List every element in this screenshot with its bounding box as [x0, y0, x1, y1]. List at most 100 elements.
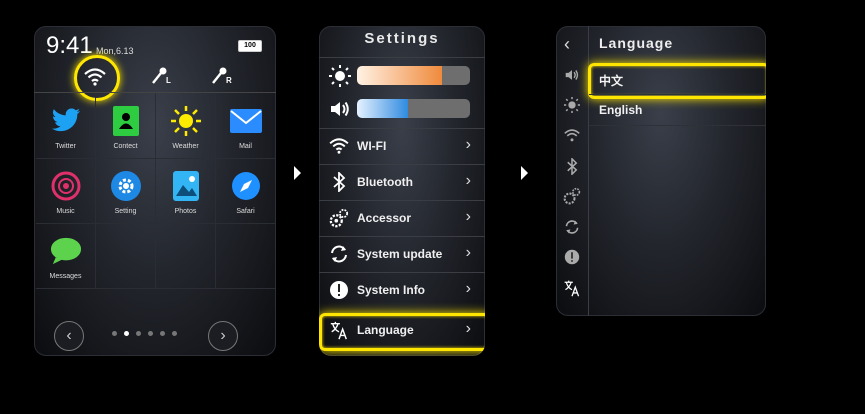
chevron-right-icon: › — [465, 244, 471, 261]
language-screen: ‹ Language 中文 English — [556, 26, 766, 316]
volume-track[interactable] — [357, 99, 470, 118]
brightness-fill — [357, 66, 442, 85]
refresh-icon[interactable] — [563, 218, 581, 236]
volume-fill — [357, 99, 408, 118]
page-dot[interactable] — [172, 331, 177, 336]
page-dot-active[interactable] — [124, 331, 129, 336]
brightness-slider[interactable] — [327, 65, 477, 87]
compass-icon — [230, 170, 262, 202]
menu-item-label: System update — [357, 247, 443, 261]
flow-arrow-icon — [294, 166, 301, 180]
chat-icon — [50, 235, 82, 267]
page-dot[interactable] — [160, 331, 165, 336]
battery-indicator: 100 — [238, 40, 262, 52]
language-option-chinese[interactable]: 中文 — [589, 64, 766, 95]
app-safari[interactable]: Safari — [216, 158, 275, 224]
gear-icon — [110, 170, 142, 202]
page-dot[interactable] — [112, 331, 117, 336]
wifi-icon[interactable] — [563, 126, 581, 144]
earbud-right-label: R — [226, 76, 232, 85]
language-option-label: 中文 — [599, 74, 624, 88]
app-photos[interactable]: Photos — [156, 158, 216, 224]
menu-item-label: Language — [357, 323, 414, 337]
home-screen: 9:41 Mon,6.13 100 L R Twitter Contect We… — [34, 26, 276, 356]
page-title: Settings — [364, 30, 440, 47]
app-music[interactable]: Music — [36, 158, 96, 224]
bluetooth-icon — [329, 172, 349, 192]
music-icon — [50, 170, 82, 202]
volume-icon — [329, 99, 351, 124]
chevron-right-icon: › — [465, 136, 471, 153]
info-icon — [329, 280, 349, 300]
volume-slider[interactable] — [327, 99, 477, 119]
app-weather[interactable]: Weather — [156, 93, 216, 159]
page-indicator — [112, 331, 177, 336]
app-label: Contect — [113, 143, 138, 150]
app-label: Weather — [172, 143, 199, 150]
app-label: Setting — [114, 208, 137, 215]
empty-cell — [156, 223, 216, 289]
chevron-right-icon: › — [465, 320, 471, 337]
menu-item-bluetooth[interactable]: Bluetooth › — [319, 164, 485, 200]
left-earbud-icon[interactable]: L — [146, 62, 176, 92]
chevron-right-icon: › — [465, 280, 471, 297]
sun-icon — [170, 105, 202, 137]
wifi-icon — [329, 136, 349, 156]
quick-icons: L R — [34, 62, 276, 94]
info-icon[interactable] — [563, 248, 581, 266]
translate-icon[interactable] — [563, 279, 581, 297]
menu-item-system-info[interactable]: System Info › — [319, 272, 485, 308]
app-label: Messages — [49, 273, 82, 280]
menu-item-system-update[interactable]: System update › — [319, 236, 485, 272]
chevron-right-icon: › — [465, 172, 471, 189]
chevron-right-icon: › — [465, 208, 471, 225]
menu-item-wifi[interactable]: WI-FI › — [319, 128, 485, 164]
chevron-right-icon: › — [220, 327, 226, 344]
empty-cell — [96, 223, 156, 289]
menu-item-label: Bluetooth — [357, 175, 413, 189]
app-label: Music — [56, 208, 75, 215]
language-option-english[interactable]: English — [589, 95, 766, 126]
menu-item-language[interactable]: Language › — [319, 312, 485, 348]
volume-icon[interactable] — [563, 66, 581, 84]
right-earbud-icon[interactable]: R — [206, 62, 236, 92]
app-label: Photos — [174, 208, 197, 215]
prev-page-button[interactable]: ‹ — [54, 321, 84, 351]
menu-item-label: System Info — [357, 283, 426, 297]
settings-screen: Settings WI-FI › Bluetooth › Accessor › — [319, 26, 485, 356]
app-label: Twitter — [55, 143, 76, 150]
menu-item-accessor[interactable]: Accessor › — [319, 200, 485, 236]
chevron-left-icon: ‹ — [66, 327, 72, 344]
bluetooth-icon[interactable] — [563, 157, 581, 175]
app-twitter[interactable]: Twitter — [36, 93, 96, 159]
earbud-left-label: L — [166, 76, 171, 85]
empty-cell — [216, 223, 275, 289]
twitter-icon — [50, 105, 82, 137]
page-dot[interactable] — [148, 331, 153, 336]
app-setting[interactable]: Setting — [96, 158, 156, 224]
contact-icon — [110, 105, 142, 137]
brightness-icon — [329, 65, 351, 92]
page-dot[interactable] — [136, 331, 141, 336]
brightness-icon[interactable] — [563, 96, 581, 114]
next-page-button[interactable]: › — [208, 321, 238, 351]
app-messages[interactable]: Messages — [36, 223, 96, 289]
mail-icon — [229, 105, 262, 137]
sidebar: ‹ — [556, 26, 589, 316]
flow-arrow-icon — [521, 166, 528, 180]
refresh-icon — [329, 244, 349, 264]
app-mail[interactable]: Mail — [216, 93, 275, 159]
back-icon[interactable]: ‹ — [564, 34, 570, 55]
language-option-label: English — [599, 103, 643, 117]
wifi-icon[interactable] — [80, 62, 110, 92]
translate-icon — [329, 320, 349, 340]
app-label: Mail — [239, 143, 252, 150]
gears-icon — [329, 208, 349, 228]
clock-time: 9:41 — [46, 32, 93, 59]
menu-item-label: WI-FI — [357, 139, 387, 153]
page-title: Language — [599, 35, 674, 51]
photos-icon — [170, 170, 202, 202]
brightness-track[interactable] — [357, 66, 470, 85]
app-contact[interactable]: Contect — [96, 93, 156, 159]
gears-icon[interactable] — [563, 187, 581, 205]
